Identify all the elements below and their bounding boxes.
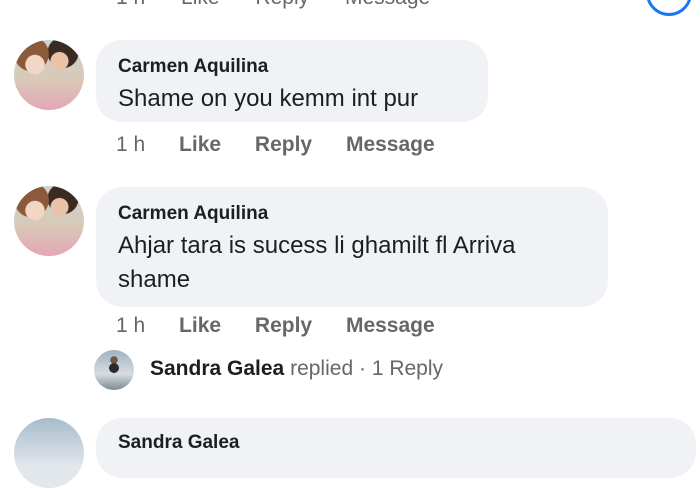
reply-button[interactable]: Reply [255, 133, 312, 156]
avatar[interactable] [14, 418, 84, 488]
message-button[interactable]: Message [345, 0, 430, 9]
comment-bubble[interactable]: Carmen Aquilina Shame on you kemm int pu… [96, 40, 488, 122]
avatar[interactable] [14, 40, 84, 110]
timestamp: 1 h [116, 314, 146, 337]
comment-author[interactable]: Sandra Galea [118, 432, 239, 454]
replied-label: replied [290, 357, 354, 380]
timestamp: 1 h [116, 133, 146, 156]
reply-author: Sandra Galea [150, 357, 285, 380]
comment-actions: 1 h Like Reply Message [116, 314, 463, 338]
comment-bubble[interactable]: Sandra Galea [96, 418, 696, 478]
reply-button[interactable]: Reply [255, 314, 312, 337]
message-button[interactable]: Message [346, 133, 435, 156]
view-replies-link[interactable]: Sandra Galea replied · 1 Reply [150, 357, 443, 381]
avatar[interactable] [14, 186, 84, 256]
comment-text: Ahjar tara is sucess li ghamilt fl Arriv… [118, 232, 516, 293]
reply-count: 1 Reply [371, 357, 444, 380]
like-button[interactable]: Like [179, 314, 221, 337]
reply-button[interactable]: Reply [255, 0, 309, 9]
comment-text: Shame on you kemm int pur [118, 85, 419, 112]
comment-bubble[interactable]: Carmen Aquilina Ahjar tara is sucess li … [96, 187, 608, 307]
comment-author[interactable]: Carmen Aquilina [118, 203, 586, 225]
comment-author[interactable]: Carmen Aquilina [118, 56, 466, 78]
timestamp: 1 h [116, 0, 145, 9]
message-button[interactable]: Message [346, 314, 435, 337]
comment-actions: 1 h Like Reply Message [116, 133, 463, 157]
previous-comment-actions: 1 h Like Reply Message [116, 0, 460, 10]
reply-avatar[interactable] [94, 350, 134, 390]
like-button[interactable]: Like [181, 0, 220, 9]
like-button[interactable]: Like [179, 133, 221, 156]
reaction-icon[interactable] [646, 0, 692, 16]
separator-dot: · [358, 357, 366, 380]
